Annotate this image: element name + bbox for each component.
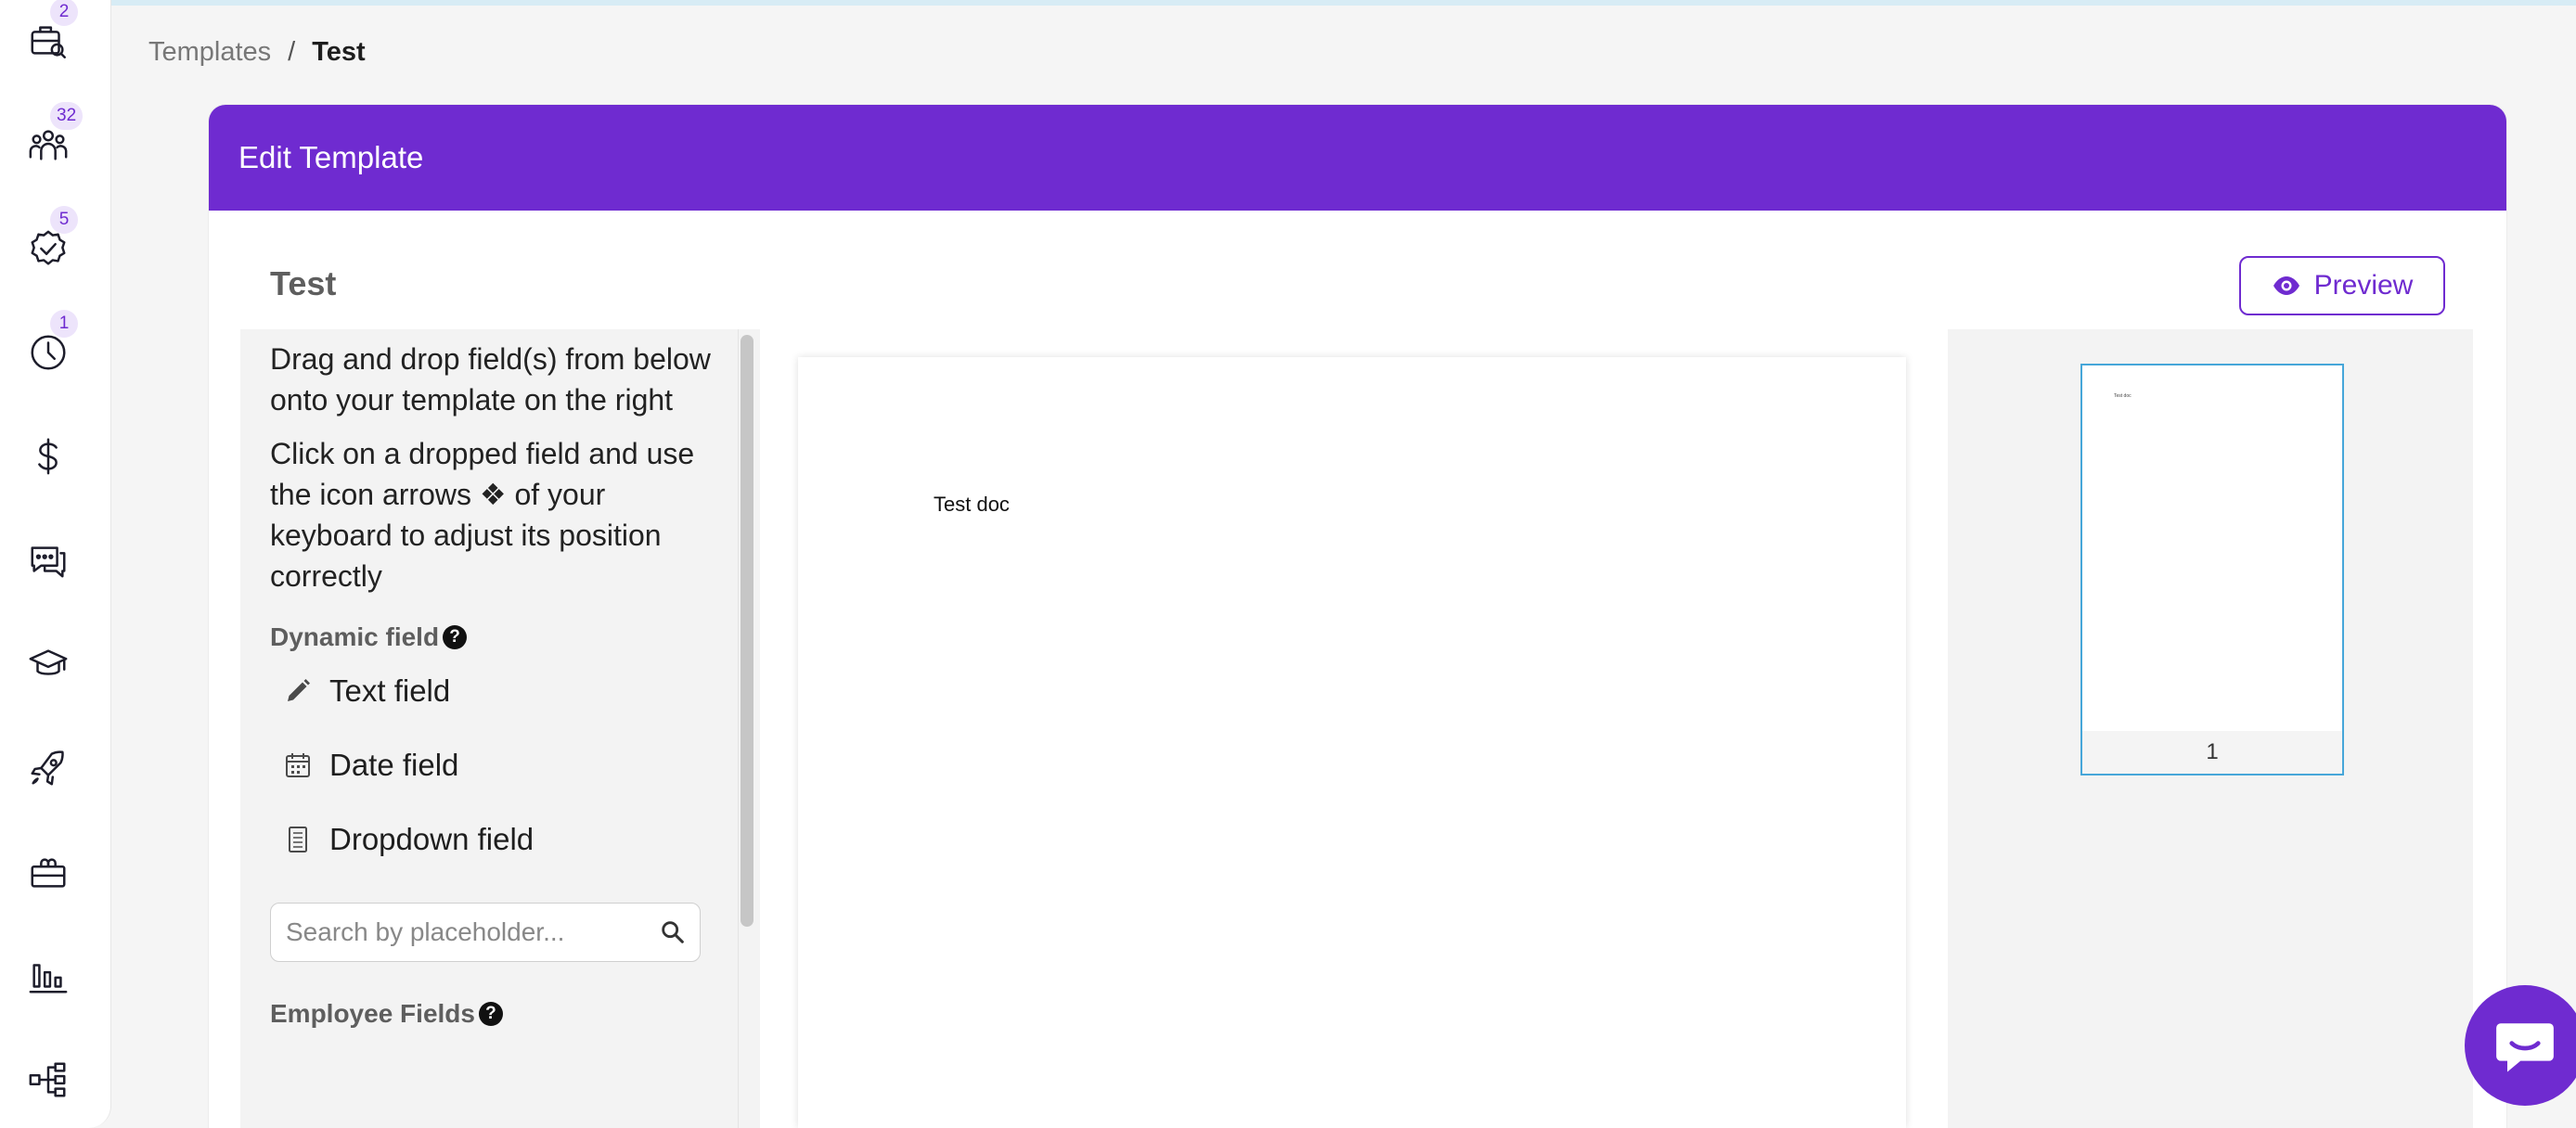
page-thumbnails-panel: Test doc 1 (1948, 329, 2473, 1128)
dollar-icon (38, 438, 58, 475)
dropdown-field-label: Dropdown field (329, 822, 535, 856)
sidebar-item-reports[interactable] (7, 935, 89, 1017)
help-icon[interactable]: ? (478, 1002, 503, 1026)
org-chart-icon (29, 1062, 66, 1097)
placeholder-search (270, 903, 701, 962)
instruction-adjust-position: Click on a dropped field and use the ico… (270, 437, 695, 593)
sidebar-badge: 32 (50, 102, 84, 130)
fields-panel: Drag and drop field(s) from below onto y… (240, 329, 760, 1128)
sidebar-item-recruiting[interactable]: 2 (7, 0, 89, 82)
preview-button[interactable]: Preview (2239, 256, 2445, 315)
sidebar-item-org-chart[interactable] (7, 1039, 89, 1121)
template-canvas[interactable]: Test doc (798, 357, 1906, 1128)
breadcrumb: Templates / Test (148, 37, 366, 68)
card-header-title: Edit Template (238, 140, 424, 174)
breadcrumb-separator: / (288, 37, 296, 67)
eye-icon (2273, 276, 2299, 295)
chat-support-button[interactable] (2465, 985, 2576, 1106)
edit-template-card: Edit Template Test Preview Drag and drop… (209, 105, 2506, 1128)
calendar-icon (286, 753, 310, 777)
instruction-drag-drop: Drag and drop field(s) from below onto y… (270, 342, 711, 417)
thumbnail-page-number: 1 (2082, 731, 2342, 774)
template-title: Test (270, 264, 337, 302)
breadcrumb-templates-link[interactable]: Templates (148, 37, 271, 68)
gift-icon (31, 858, 66, 888)
sidebar-item-onboarding[interactable] (7, 727, 89, 809)
sidebar: 2 32 5 1 (0, 0, 111, 1128)
list-document-icon (289, 827, 307, 852)
help-icon[interactable]: ? (443, 625, 468, 649)
dynamic-field-title: Dynamic field (270, 622, 440, 651)
card-header: Edit Template (209, 105, 2506, 211)
sidebar-item-benefits[interactable] (7, 831, 89, 913)
dropdown-field-item[interactable]: Dropdown field (270, 802, 725, 877)
preview-button-label: Preview (2313, 270, 2414, 301)
date-field-label: Date field (329, 748, 459, 782)
graduation-cap-icon (29, 649, 68, 675)
sidebar-item-messages[interactable] (7, 519, 89, 601)
sidebar-item-learning[interactable] (7, 623, 89, 705)
employee-fields-title: Employee Fields (270, 999, 475, 1028)
sidebar-badge: 2 (50, 0, 78, 26)
search-icon[interactable] (659, 918, 687, 946)
canvas-document-text: Test doc (934, 493, 1010, 516)
text-field-label: Text field (329, 673, 451, 708)
sidebar-item-payroll[interactable] (7, 416, 89, 497)
sidebar-badge: 1 (50, 310, 78, 338)
sidebar-item-approvals[interactable]: 5 (7, 206, 89, 289)
sidebar-item-people[interactable]: 32 (7, 102, 89, 186)
page-thumbnail[interactable]: Test doc 1 (2080, 364, 2344, 776)
employee-fields-heading: Employee Fields ? (270, 999, 725, 1029)
chat-icon (2496, 1023, 2554, 1072)
sidebar-item-time[interactable]: 1 (7, 310, 89, 393)
thumbnail-text: Test doc (2114, 393, 2132, 399)
breadcrumb-current: Test (312, 37, 366, 67)
dynamic-field-heading: Dynamic field ? (270, 622, 725, 652)
placeholder-search-input[interactable] (286, 917, 659, 947)
text-field-item[interactable]: Text field (270, 654, 725, 728)
date-field-item[interactable]: Date field (270, 728, 725, 802)
bar-chart-icon (29, 964, 68, 993)
rocket-icon (31, 750, 64, 786)
pencil-icon (288, 679, 310, 701)
top-accent-bar (111, 0, 2576, 6)
fields-panel-scrollbar-thumb[interactable] (741, 335, 753, 927)
sidebar-badge: 5 (50, 206, 78, 234)
chat-bubbles-icon (31, 546, 66, 578)
